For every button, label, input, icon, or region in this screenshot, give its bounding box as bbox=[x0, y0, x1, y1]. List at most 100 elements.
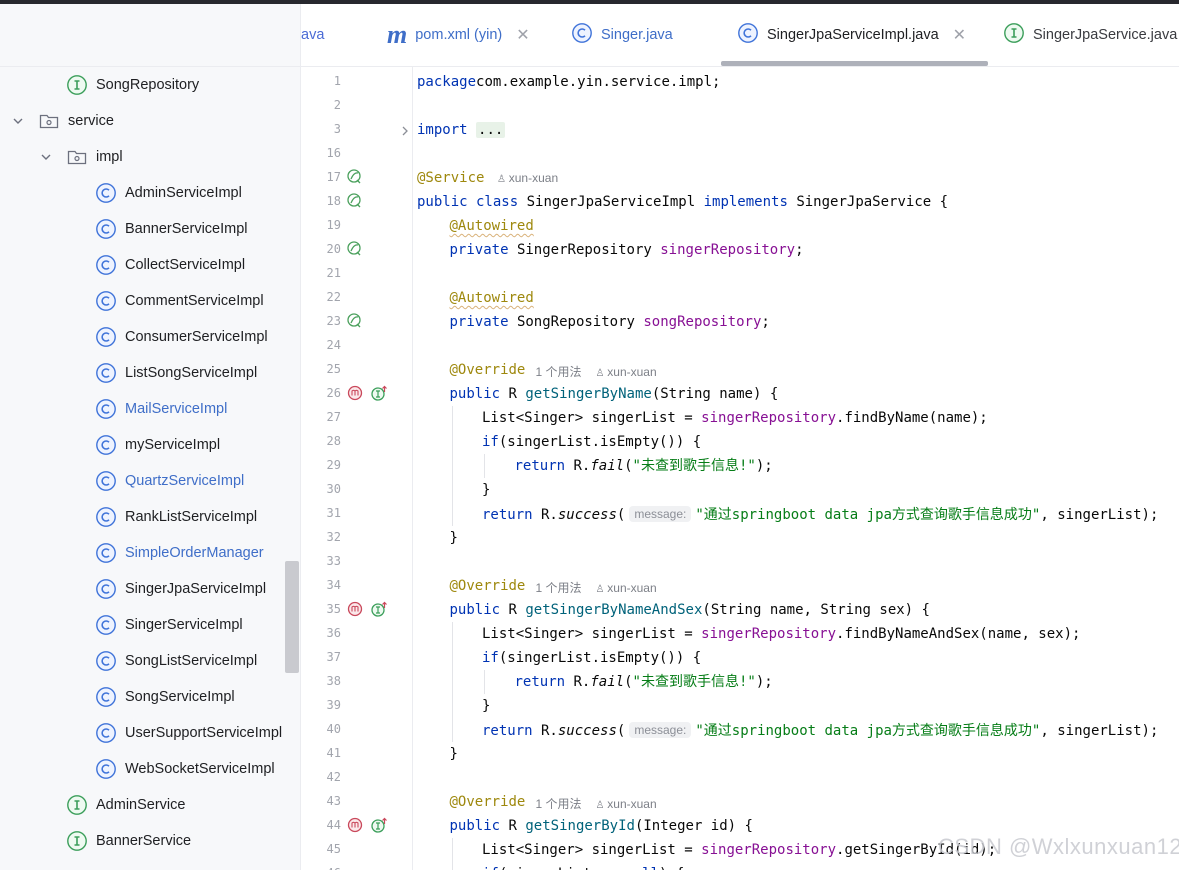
code-line[interactable]: if(singerList == null) { bbox=[482, 864, 684, 870]
implements-icon[interactable] bbox=[370, 816, 388, 834]
close-icon[interactable]: ✕ bbox=[516, 25, 529, 45]
code-line[interactable]: @Autowired bbox=[450, 288, 534, 308]
code-line[interactable]: @Service bbox=[417, 168, 484, 188]
code-line[interactable]: private SingerRepository singerRepositor… bbox=[450, 240, 804, 260]
project-tree-panel[interactable]: SongRepository service impl AdminServiceImp… bbox=[0, 4, 301, 870]
tree-item-songlistserviceimpl[interactable]: SongListServiceImpl bbox=[0, 643, 300, 679]
code-line[interactable]: } bbox=[482, 696, 490, 716]
tab-ava[interactable]: ava bbox=[301, 4, 324, 66]
indent-guide bbox=[451, 670, 453, 694]
author-hint[interactable]: xun-xuan bbox=[607, 797, 656, 811]
tab-singerjpaserviceimpl-java[interactable]: SingerJpaServiceImpl.java ✕ bbox=[737, 4, 966, 66]
code-line[interactable]: private SongRepository songRepository; bbox=[450, 312, 770, 332]
tree-scrollbar-thumb[interactable] bbox=[285, 561, 299, 673]
code-line[interactable]: } bbox=[450, 744, 458, 764]
tree-item-singerserviceimpl[interactable]: SingerServiceImpl bbox=[0, 607, 300, 643]
tree-item-songserviceimpl[interactable]: SongServiceImpl bbox=[0, 679, 300, 715]
class-icon bbox=[95, 290, 117, 312]
code-line[interactable]: @Autowired bbox=[450, 216, 534, 236]
tree-item-adminserviceimpl[interactable]: AdminServiceImpl bbox=[0, 175, 300, 211]
tab-label: SingerJpaService.java bbox=[1033, 27, 1178, 43]
tree-item-consumerserviceimpl[interactable]: ConsumerServiceImpl bbox=[0, 319, 300, 355]
tree-item-label: UserSupportServiceImpl bbox=[125, 725, 283, 741]
tree-item-commentserviceimpl[interactable]: CommentServiceImpl bbox=[0, 283, 300, 319]
code-line[interactable]: if(singerList.isEmpty()) { bbox=[482, 648, 701, 668]
code-line[interactable]: @Override bbox=[450, 792, 526, 812]
tab-pom-xml-yin[interactable]: m pom.xml (yin) ✕ bbox=[387, 4, 530, 66]
code-line[interactable]: return R.fail("未查到歌手信息!"); bbox=[515, 672, 773, 692]
code-line[interactable]: @Override bbox=[450, 360, 526, 380]
line-number: 40 bbox=[326, 722, 341, 736]
bean-icon[interactable] bbox=[346, 168, 364, 186]
code-vision-hint[interactable]: 1 个用法 ♙ xun-xuan bbox=[536, 795, 657, 812]
code-vision-hint[interactable]: 1 个用法 ♙ xun-xuan bbox=[536, 363, 657, 380]
code-line[interactable]: public R getSingerByNameAndSex(String na… bbox=[450, 600, 930, 620]
indent-guide bbox=[451, 454, 453, 478]
tab-singer-java[interactable]: Singer.java bbox=[571, 4, 673, 66]
bean-icon[interactable] bbox=[346, 312, 364, 330]
tab-singerjpaservice-java[interactable]: SingerJpaService.java bbox=[1003, 4, 1177, 66]
chevron-down-icon[interactable] bbox=[12, 115, 24, 127]
code-line[interactable]: public class SingerJpaServiceImpl implem… bbox=[417, 192, 948, 212]
code-line[interactable]: packagecom.example.yin.service.impl; bbox=[417, 72, 720, 92]
tree-item-collectserviceimpl[interactable]: CollectServiceImpl bbox=[0, 247, 300, 283]
line-number: 25 bbox=[326, 362, 341, 376]
watermark: CSDN @Wxlxunxuan123 bbox=[938, 834, 1179, 859]
chevron-down-icon[interactable] bbox=[40, 151, 52, 163]
tree-item-impl[interactable]: impl bbox=[0, 139, 300, 175]
code-editor[interactable]: 1 packagecom.example.yin.service.impl; 2 3 i… bbox=[301, 67, 1179, 870]
code-vision-hint[interactable]: 1 个用法 ♙ xun-xuan bbox=[536, 579, 657, 596]
tree-item-usersupportserviceimpl[interactable]: UserSupportServiceImpl bbox=[0, 715, 300, 751]
mapping-icon[interactable] bbox=[346, 384, 364, 402]
mapping-icon[interactable] bbox=[346, 600, 364, 618]
code-line[interactable]: return R.fail("未查到歌手信息!"); bbox=[515, 456, 773, 476]
author-hint[interactable]: xun-xuan bbox=[607, 581, 656, 595]
code-line[interactable]: List<Singer> singerList = singerReposito… bbox=[482, 624, 1080, 644]
code-line[interactable]: return R.success(message: "通过springboot d… bbox=[482, 504, 1158, 525]
code-line[interactable]: } bbox=[450, 528, 458, 548]
author-hint[interactable]: xun-xuan bbox=[607, 365, 656, 379]
tree-item-songrepository[interactable]: SongRepository bbox=[0, 67, 300, 103]
class-icon bbox=[95, 542, 117, 564]
tree-item-singerjpaserviceimpl[interactable]: SingerJpaServiceImpl bbox=[0, 571, 300, 607]
bean-icon[interactable] bbox=[346, 192, 364, 210]
tree-item-mailserviceimpl[interactable]: MailServiceImpl bbox=[0, 391, 300, 427]
tree-item-label: SongRepository bbox=[96, 77, 200, 93]
tree-item-ranklistserviceimpl[interactable]: RankListServiceImpl bbox=[0, 499, 300, 535]
author-hint[interactable]: xun-xuan bbox=[509, 171, 558, 185]
tree-item-adminservice[interactable]: AdminService bbox=[0, 787, 300, 823]
indent-guide bbox=[451, 430, 453, 454]
line-number: 16 bbox=[326, 146, 341, 160]
implements-icon[interactable] bbox=[370, 600, 388, 618]
tree-item-listsongserviceimpl[interactable]: ListSongServiceImpl bbox=[0, 355, 300, 391]
usages-hint[interactable]: 1 个用法 bbox=[536, 581, 582, 595]
code-line[interactable]: import ... bbox=[417, 120, 506, 140]
tree-item-service[interactable]: service bbox=[0, 103, 300, 139]
usages-hint[interactable]: 1 个用法 bbox=[536, 365, 582, 379]
implements-icon[interactable] bbox=[370, 384, 388, 402]
code-line[interactable]: return R.success(message: "通过springboot d… bbox=[482, 720, 1158, 741]
code-line[interactable]: public R getSingerById(Integer id) { bbox=[450, 816, 753, 836]
tree-item-bannerservice[interactable]: BannerService bbox=[0, 823, 300, 859]
code-token: SingerJpaService { bbox=[787, 194, 949, 210]
code-line[interactable]: if(singerList.isEmpty()) { bbox=[482, 432, 701, 452]
code-line[interactable]: } bbox=[482, 480, 490, 500]
close-icon[interactable]: ✕ bbox=[953, 25, 966, 45]
code-token: public bbox=[449, 602, 501, 618]
code-line[interactable]: @Override bbox=[450, 576, 526, 596]
bean-icon[interactable] bbox=[346, 240, 364, 258]
code-line[interactable]: public R getSingerByName(String name) { bbox=[450, 384, 779, 404]
code-line[interactable]: List<Singer> singerList = singerReposito… bbox=[482, 840, 996, 860]
tree-item-myserviceimpl[interactable]: myServiceImpl bbox=[0, 427, 300, 463]
tree-item-simpleordermanager[interactable]: SimpleOrderManager bbox=[0, 535, 300, 571]
code-line[interactable]: List<Singer> singerList = singerReposito… bbox=[482, 408, 988, 428]
tree-item-quartzserviceimpl[interactable]: QuartzServiceImpl bbox=[0, 463, 300, 499]
fold-expand-icon[interactable] bbox=[399, 124, 411, 142]
code-token: singerRepository bbox=[701, 410, 837, 426]
tree-item-bannerserviceimpl[interactable]: BannerServiceImpl bbox=[0, 211, 300, 247]
tree-item-websocketserviceimpl[interactable]: WebSocketServiceImpl bbox=[0, 751, 300, 787]
usages-hint[interactable]: 1 个用法 bbox=[536, 797, 582, 811]
code-vision-hint[interactable]: ♙ xun-xuan bbox=[497, 171, 558, 185]
mapping-icon[interactable] bbox=[346, 816, 364, 834]
tree-item-label: service bbox=[68, 113, 114, 129]
